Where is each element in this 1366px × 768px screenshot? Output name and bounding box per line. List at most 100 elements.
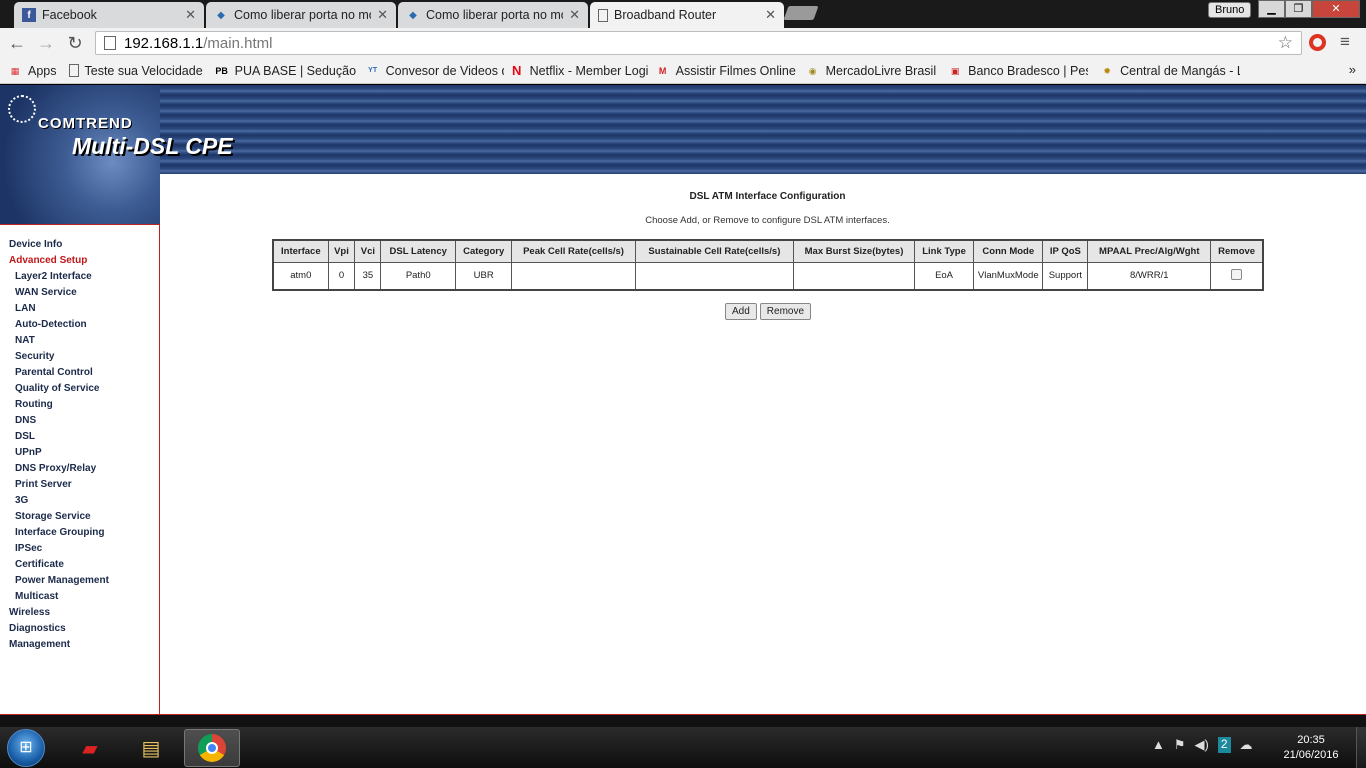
onedrive-icon[interactable]: ☁: [1240, 737, 1253, 753]
remove-checkbox[interactable]: [1231, 268, 1243, 280]
nav-dns-proxy-relay[interactable]: DNS Proxy/Relay: [0, 461, 159, 477]
volume-icon[interactable]: ◀): [1195, 737, 1209, 753]
minimize-icon[interactable]: ▁: [1258, 0, 1285, 18]
bookmark-star-icon[interactable]: ☆: [1278, 33, 1293, 53]
nav-management[interactable]: Management: [0, 637, 159, 653]
bookmark-bradesco[interactable]: ▣ Banco Bradesco | Pess: [948, 64, 1088, 78]
tray-badge[interactable]: 2: [1217, 737, 1231, 753]
nav-dsl[interactable]: DSL: [0, 429, 159, 445]
header-banner: [0, 85, 1366, 174]
close-tab-icon[interactable]: ✕: [185, 7, 196, 23]
url-host: 192.168.1.1: [124, 34, 204, 52]
facebook-icon: f: [22, 8, 36, 22]
clock[interactable]: 20:35 21/06/2016: [1276, 733, 1346, 763]
nav-wan-service[interactable]: WAN Service: [0, 285, 159, 301]
nav-diagnostics[interactable]: Diagnostics: [0, 621, 159, 637]
bradesco-icon: ▣: [950, 65, 960, 76]
menu-icon[interactable]: ≡: [1340, 32, 1350, 52]
cell-vpi: 0: [327, 261, 356, 291]
start-button[interactable]: ⊞: [7, 729, 45, 767]
bookmark-conversor[interactable]: YT Convesor de Videos d: [366, 64, 503, 78]
nav-multicast[interactable]: Multicast: [0, 589, 159, 605]
nav-security[interactable]: Security: [0, 349, 159, 365]
show-desktop-button[interactable]: [1356, 727, 1366, 768]
tab-broadband-router[interactable]: Broadband Router ✕: [590, 2, 784, 28]
bookmark-label: MercadoLivre Brasil: [825, 63, 937, 78]
network-icon[interactable]: ⚑: [1174, 737, 1186, 753]
nav-dns[interactable]: DNS: [0, 413, 159, 429]
nav-upnp[interactable]: UPnP: [0, 445, 159, 461]
nav-certificate[interactable]: Certificate: [0, 557, 159, 573]
maximize-icon[interactable]: ❐: [1285, 0, 1312, 18]
reload-icon[interactable]: ↻: [64, 32, 86, 54]
new-tab-button[interactable]: [783, 6, 819, 20]
nav-power-management[interactable]: Power Management: [0, 573, 159, 589]
nav-nat[interactable]: NAT: [0, 333, 159, 349]
pua-icon: PB: [215, 65, 228, 76]
forum-icon: ◆: [409, 9, 417, 21]
nav-layer2-interface[interactable]: Layer2 Interface: [0, 269, 159, 285]
bookmarks-overflow-icon[interactable]: »: [1349, 62, 1356, 77]
back-icon[interactable]: ←: [6, 32, 28, 54]
cell-vci: 35: [354, 261, 382, 291]
mercadolivre-icon: ◉: [808, 65, 817, 76]
nav-quality-of-service[interactable]: Quality of Service: [0, 381, 159, 397]
comtrend-logo-icon: [8, 95, 36, 123]
close-tab-icon[interactable]: ✕: [569, 7, 580, 23]
nav-device-info[interactable]: Device Info: [0, 237, 159, 253]
forward-icon[interactable]: →: [35, 32, 57, 54]
nav-print-server[interactable]: Print Server: [0, 477, 159, 493]
nav-3g[interactable]: 3G: [0, 493, 159, 509]
tab-facebook[interactable]: f Facebook ✕: [14, 2, 204, 28]
close-window-icon[interactable]: ✕: [1312, 0, 1360, 18]
add-button[interactable]: Add: [725, 303, 757, 320]
chrome-icon[interactable]: [184, 729, 240, 767]
tab-como-liberar-1[interactable]: ◆ Como liberar porta no mo ✕: [206, 2, 396, 28]
bookmark-pua-base[interactable]: PB PUA BASE | Sedução |: [215, 64, 359, 78]
nav-auto-detection[interactable]: Auto-Detection: [0, 317, 159, 333]
apps-grid-icon: ▦: [10, 65, 20, 76]
bookmark-teste-velocidade[interactable]: Teste sua Velocidade: [68, 63, 203, 78]
nav-routing[interactable]: Routing: [0, 397, 159, 413]
window-controls: ▁ ❐ ✕: [1258, 0, 1360, 18]
bookmark-central-mangas[interactable]: ✹ Central de Mangás - L: [1100, 64, 1240, 78]
manga-icon: ✹: [1103, 65, 1111, 76]
bookmark-assistir-filmes[interactable]: M Assistir Filmes Online: [656, 64, 796, 78]
tab-como-liberar-2[interactable]: ◆ Como liberar porta no mo ✕: [398, 2, 588, 28]
bookmark-label: Apps: [28, 63, 57, 78]
mega-filmes-icon: M: [658, 65, 667, 76]
nav-parental-control[interactable]: Parental Control: [0, 365, 159, 381]
file-explorer-icon[interactable]: ▤: [123, 729, 179, 767]
bookmark-netflix[interactable]: N Netflix - Member Logi: [510, 64, 650, 78]
nav-ipsec[interactable]: IPSec: [0, 541, 159, 557]
chrome-logo-icon: [198, 734, 226, 762]
nav-advanced-setup[interactable]: Advanced Setup: [0, 253, 159, 269]
column-header: Vpi: [327, 239, 356, 263]
profile-button[interactable]: Bruno: [1208, 2, 1252, 18]
show-hidden-icons-icon[interactable]: ▲: [1152, 737, 1165, 753]
nav-interface-grouping[interactable]: Interface Grouping: [0, 525, 159, 541]
nav-lan[interactable]: LAN: [0, 301, 159, 317]
bookmark-mercadolivre[interactable]: ◉ MercadoLivre Brasil: [806, 64, 936, 78]
action-buttons: Add Remove: [725, 303, 812, 320]
cell-sustainable-cell-rate: [634, 261, 795, 291]
banner-logo-area: COMTREND Multi-DSL CPE: [0, 85, 233, 225]
red-app-icon[interactable]: ▰: [62, 729, 118, 767]
yt-mp3-icon: YT: [368, 66, 378, 74]
page-title: DSL ATM Interface Configuration: [689, 191, 846, 202]
opera-extension-icon[interactable]: [1309, 34, 1326, 51]
close-tab-icon[interactable]: ✕: [377, 7, 388, 23]
column-header: Category: [454, 239, 513, 263]
nav-wireless[interactable]: Wireless: [0, 605, 159, 621]
address-bar[interactable]: 192.168.1.1 /main.html ☆: [95, 31, 1302, 55]
column-header: Peak Cell Rate(cells/s): [511, 239, 636, 263]
close-tab-icon[interactable]: ✕: [765, 7, 776, 23]
nav-storage-service[interactable]: Storage Service: [0, 509, 159, 525]
bookmark-apps[interactable]: ▦ Apps: [8, 64, 57, 78]
remove-button[interactable]: Remove: [759, 303, 812, 320]
column-header: DSL Latency: [380, 239, 456, 263]
column-header: Remove: [1210, 239, 1264, 263]
tab-title: Facebook: [42, 8, 97, 22]
bookmark-label: Teste sua Velocidade: [84, 63, 203, 78]
brand-name: COMTREND: [38, 115, 133, 132]
